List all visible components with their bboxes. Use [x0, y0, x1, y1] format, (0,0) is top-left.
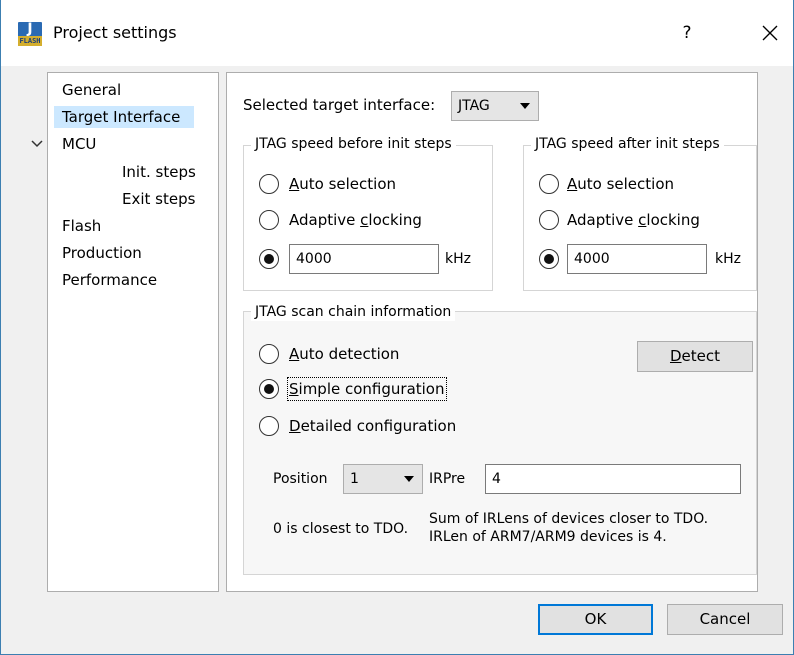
nav-item-mcu[interactable]: MCU: [62, 133, 96, 155]
radio-selected-dot: [264, 254, 274, 264]
nav-item-general[interactable]: General: [62, 79, 121, 101]
nav-item-label: Flash: [62, 217, 102, 235]
nav-item-init-steps[interactable]: Init. steps: [122, 161, 196, 183]
speed-before-auto-radio[interactable]: [259, 174, 279, 194]
radio-selected-dot: [544, 254, 554, 264]
irpre-note-line1: Sum of IRLens of devices closer to TDO.: [429, 511, 709, 527]
detect-button[interactable]: Detect: [637, 341, 753, 372]
window-title: Project settings: [53, 23, 177, 42]
settings-nav-tree: General Target Interface MCU Init. steps…: [31, 72, 219, 592]
scan-simple-config-label[interactable]: Simple configuration: [287, 377, 447, 401]
speed-before-adaptive-label[interactable]: Adaptive clocking: [289, 210, 422, 230]
nav-item-exit-steps[interactable]: Exit steps: [122, 188, 195, 210]
speed-before-unit: kHz: [445, 251, 471, 267]
scan-detailed-config-radio[interactable]: [259, 416, 279, 436]
position-label: Position: [273, 471, 328, 487]
scan-auto-detection-radio[interactable]: [259, 344, 279, 364]
irpre-input[interactable]: 4: [485, 464, 741, 494]
target-interface-panel: Selected target interface: JTAG JTAG spe…: [226, 72, 758, 592]
close-icon: [762, 25, 778, 41]
close-button[interactable]: [751, 14, 789, 52]
chevron-down-icon[interactable]: [31, 138, 43, 150]
irpre-note-line2: IRLen of ARM7/ARM9 devices is 4.: [429, 529, 667, 545]
irpre-label: IRPre: [429, 471, 466, 487]
scan-detailed-config-label[interactable]: Detailed configuration: [289, 416, 456, 436]
position-select[interactable]: 1: [343, 464, 423, 494]
cancel-button[interactable]: Cancel: [667, 604, 783, 635]
nav-item-flash[interactable]: Flash: [62, 215, 101, 237]
scan-simple-config-radio[interactable]: [259, 379, 279, 399]
nav-item-label: Init. steps: [122, 163, 196, 181]
speed-before-adaptive-radio[interactable]: [259, 210, 279, 230]
dropdown-arrow-icon: [520, 103, 530, 109]
nav-item-performance[interactable]: Performance: [62, 269, 157, 291]
speed-after-adaptive-label[interactable]: Adaptive clocking: [567, 210, 700, 230]
position-note: 0 is closest to TDO.: [273, 521, 409, 537]
speed-after-unit: kHz: [715, 251, 741, 267]
scan-auto-detection-label[interactable]: Auto detection: [289, 344, 399, 364]
speed-before-khz-input[interactable]: 4000: [289, 244, 439, 274]
target-interface-label: Selected target interface:: [243, 96, 436, 114]
nav-item-label: Production: [62, 244, 142, 262]
window-border-left: [0, 0, 1, 655]
target-interface-value: JTAG: [458, 98, 490, 114]
dropdown-arrow-icon: [404, 476, 414, 482]
speed-after-auto-radio[interactable]: [539, 174, 559, 194]
speed-after-manual-radio[interactable]: [539, 249, 559, 269]
nav-item-label: Performance: [62, 271, 158, 289]
speed-after-auto-label[interactable]: Auto selection: [567, 174, 674, 194]
speed-after-khz-input[interactable]: 4000: [567, 244, 707, 274]
nav-item-label: Exit steps: [122, 190, 196, 208]
speed-before-manual-radio[interactable]: [259, 249, 279, 269]
radio-selected-dot: [264, 384, 274, 394]
app-icon-caption: FLASH: [18, 36, 42, 46]
speed-before-title: JTAG speed before init steps: [251, 135, 456, 153]
app-icon-letter: J: [27, 21, 33, 37]
speed-before-auto-label[interactable]: Auto selection: [289, 174, 396, 194]
ok-button[interactable]: OK: [538, 604, 653, 635]
nav-item-label: General: [62, 81, 122, 99]
help-button[interactable]: ?: [668, 14, 706, 52]
scan-chain-title: JTAG scan chain information: [251, 303, 456, 321]
jflash-app-icon: J FLASH: [18, 22, 42, 46]
target-interface-select[interactable]: JTAG: [451, 91, 539, 121]
nav-item-label: Target Interface: [62, 108, 181, 126]
speed-after-title: JTAG speed after init steps: [531, 135, 724, 153]
nav-item-target-interface[interactable]: Target Interface: [54, 106, 194, 128]
nav-item-label: MCU: [62, 135, 97, 153]
position-value: 1: [350, 471, 359, 487]
nav-item-production[interactable]: Production: [62, 242, 142, 264]
speed-after-adaptive-radio[interactable]: [539, 210, 559, 230]
